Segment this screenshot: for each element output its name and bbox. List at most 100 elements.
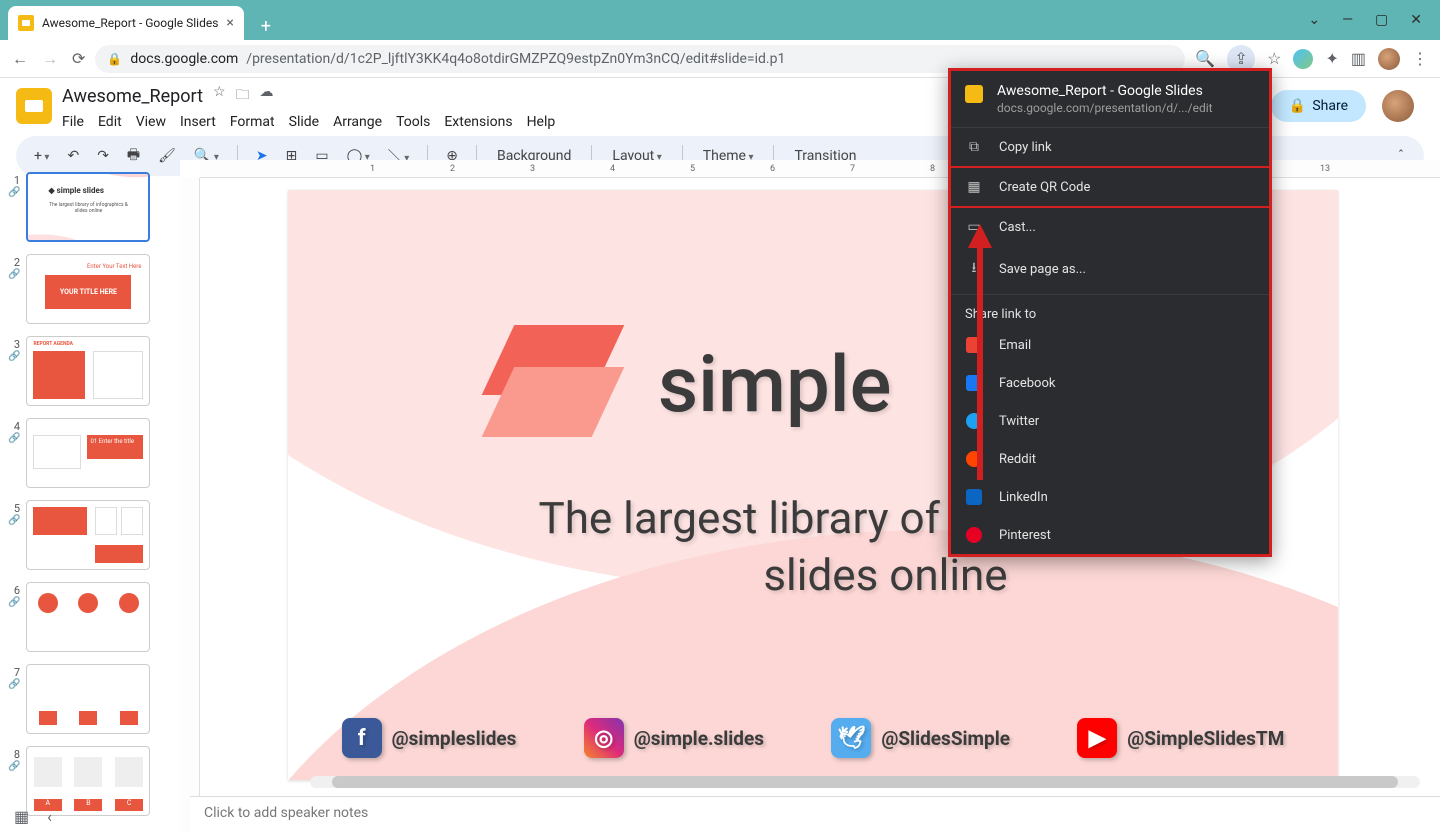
vertical-ruler: [180, 178, 200, 832]
close-tab-icon[interactable]: ×: [226, 15, 233, 31]
share-button[interactable]: 🔒 Share: [1271, 90, 1366, 122]
minimize-icon[interactable]: —: [1342, 12, 1353, 28]
link-icon: 🔗: [8, 433, 20, 444]
menu-view[interactable]: View: [136, 114, 166, 130]
menu-format[interactable]: Format: [230, 114, 275, 130]
twitter-icon: 🕊: [831, 718, 871, 758]
collapse-panel-icon[interactable]: ‹: [47, 807, 52, 826]
ctx-share-linkedin[interactable]: LinkedIn: [951, 478, 1269, 516]
new-tab-button[interactable]: +: [252, 12, 280, 40]
menu-arrange[interactable]: Arrange: [333, 114, 382, 130]
ctx-title: Awesome_Report - Google Slides: [997, 83, 1213, 99]
ctx-share-email[interactable]: Email: [951, 326, 1269, 364]
twitter-icon: [966, 413, 982, 429]
menu-edit[interactable]: Edit: [98, 114, 122, 130]
chevron-down-icon[interactable]: ⌄: [1308, 12, 1320, 28]
slide-logo: simple: [478, 325, 891, 445]
bookmark-star-icon[interactable]: ☆: [1267, 49, 1281, 68]
ctx-share-reddit[interactable]: Reddit: [951, 440, 1269, 478]
slide-thumbnail[interactable]: ABC: [26, 746, 150, 816]
zoom-icon[interactable]: 🔍: [1195, 49, 1215, 68]
ctx-subtitle: docs.google.com/presentation/d/.../edit: [997, 101, 1213, 115]
profile-avatar-icon[interactable]: [1378, 48, 1400, 70]
scrollbar-thumb[interactable]: [332, 776, 1398, 788]
email-icon: [966, 337, 982, 353]
ctx-header: Awesome_Report - Google Slides docs.goog…: [951, 71, 1269, 128]
social-item: 🕊@SlidesSimple: [831, 718, 1010, 758]
horizontal-scrollbar[interactable]: [310, 776, 1420, 788]
menu-help[interactable]: Help: [527, 114, 556, 130]
slide-thumbnail[interactable]: [26, 500, 150, 570]
account-avatar-icon[interactable]: [1382, 90, 1414, 122]
reload-button[interactable]: ⟳: [72, 49, 85, 68]
menu-bar: File Edit View Insert Format Slide Arran…: [62, 110, 555, 130]
slide-socials: f@simpleslides ◎@simple.slides 🕊@SlidesS…: [308, 718, 1318, 758]
back-button[interactable]: ←: [12, 49, 28, 69]
instagram-icon: ◎: [584, 718, 624, 758]
document-title[interactable]: Awesome_Report: [62, 86, 203, 107]
slide-panel[interactable]: 1🔗◆ simple slidesThe largest library of …: [0, 160, 180, 832]
slides-favicon-icon: [965, 85, 983, 103]
menu-extensions[interactable]: Extensions: [444, 114, 512, 130]
menu-file[interactable]: File: [62, 114, 84, 130]
ctx-copy-link[interactable]: ⧉Copy link: [951, 128, 1269, 166]
menu-insert[interactable]: Insert: [180, 114, 216, 130]
grid-view-icon[interactable]: ▦: [14, 807, 29, 826]
extensions-puzzle-icon[interactable]: ✦: [1325, 49, 1338, 68]
cloud-status-icon[interactable]: ☁: [260, 84, 274, 108]
facebook-icon: f: [342, 718, 382, 758]
slide-thumbnail[interactable]: REPORT AGENDA: [26, 336, 150, 406]
slide-thumbnail[interactable]: 01 Enter the title: [26, 418, 150, 488]
thumb-number: 2: [8, 254, 20, 269]
speaker-notes-placeholder: Click to add speaker notes: [204, 805, 368, 821]
separator: [951, 294, 1269, 295]
cast-icon: ▭: [965, 219, 983, 235]
star-doc-icon[interactable]: ☆: [213, 84, 226, 108]
forward-button[interactable]: →: [42, 49, 58, 69]
link-icon: 🔗: [8, 187, 20, 198]
slide-thumbnail[interactable]: Enter Your Text HereYOUR TITLE HERE: [26, 254, 150, 324]
url-path: /presentation/d/1c2P_ljftlY3KK4q4o8otdir…: [246, 51, 785, 67]
logo-text: simple: [658, 340, 891, 431]
extension-icon[interactable]: [1293, 49, 1313, 69]
thumb-number: 3: [8, 336, 20, 351]
sidepanel-icon[interactable]: ▥: [1351, 49, 1366, 68]
share-context-menu: Awesome_Report - Google Slides docs.goog…: [948, 68, 1272, 557]
slide-thumbnail[interactable]: [26, 582, 150, 652]
link-icon: 🔗: [8, 351, 20, 362]
thumb-number: 7: [8, 664, 20, 679]
ctx-share-pinterest[interactable]: Pinterest: [951, 516, 1269, 554]
youtube-icon: ▶: [1077, 718, 1117, 758]
slides-logo-icon[interactable]: [16, 88, 52, 124]
thumb-number: 4: [8, 418, 20, 433]
browser-tab[interactable]: Awesome_Report - Google Slides ×: [8, 6, 244, 40]
link-icon: 🔗: [8, 597, 20, 608]
tab-title: Awesome_Report - Google Slides: [42, 16, 218, 30]
tab-strip: Awesome_Report - Google Slides × +: [8, 0, 280, 40]
close-window-icon[interactable]: ✕: [1410, 12, 1422, 28]
pinterest-icon: [966, 527, 982, 543]
bottom-left-controls: ▦ ‹: [14, 807, 52, 826]
ctx-share-facebook[interactable]: Facebook: [951, 364, 1269, 402]
speaker-notes[interactable]: Click to add speaker notes: [190, 796, 1440, 832]
ctx-share-twitter[interactable]: Twitter: [951, 402, 1269, 440]
share-label: Share: [1312, 98, 1348, 114]
maximize-icon[interactable]: ▢: [1375, 12, 1388, 28]
slide-thumbnail[interactable]: ◆ simple slidesThe largest library of in…: [26, 172, 150, 242]
linkedin-icon: [966, 489, 982, 505]
slides-favicon-icon: [18, 15, 34, 31]
facebook-icon: [966, 375, 982, 391]
menu-slide[interactable]: Slide: [289, 114, 319, 130]
social-item: ◎@simple.slides: [584, 718, 764, 758]
move-doc-icon[interactable]: 🗀: [236, 84, 250, 108]
ctx-cast[interactable]: ▭Cast...: [951, 208, 1269, 246]
thumb-number: 6: [8, 582, 20, 597]
ctx-create-qr[interactable]: ▦Create QR Code: [951, 168, 1269, 206]
lock-icon: 🔒: [107, 52, 122, 66]
slide-thumbnail[interactable]: [26, 664, 150, 734]
thumb-number: 5: [8, 500, 20, 515]
menu-tools[interactable]: Tools: [396, 114, 430, 130]
kebab-menu-icon[interactable]: ⋮: [1412, 49, 1428, 68]
ctx-save-as[interactable]: ⭳Save page as...: [951, 246, 1269, 292]
link-icon: 🔗: [8, 269, 20, 280]
